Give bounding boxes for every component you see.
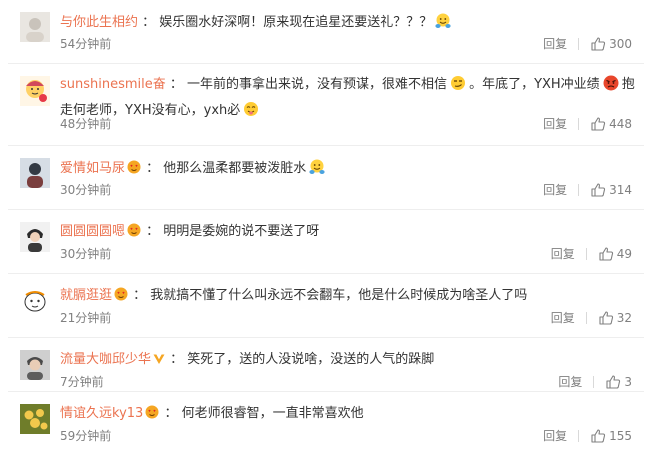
avatar[interactable]: [20, 158, 50, 188]
comment-text: 我就搞不懂了什么叫永远不会翻车，他是什么时候成为啥圣人了吗: [150, 288, 528, 303]
avatar[interactable]: [20, 12, 50, 42]
avatar[interactable]: [20, 76, 50, 106]
comment-text: 一年前的事拿出来说，没有预谋，很难不相信: [187, 77, 448, 92]
comment-actions: 回复 32: [551, 310, 632, 326]
thumbs-up-icon: [599, 247, 613, 261]
like-button[interactable]: 448: [590, 116, 632, 132]
action-divider: [578, 184, 580, 196]
reply-button[interactable]: 回复: [543, 182, 567, 198]
like-count: 314: [609, 183, 632, 197]
comment-item: 情谊久远ky13 ： 何老师很睿智，一直非常喜欢他 59分钟前 回复 155: [0, 391, 652, 456]
like-button[interactable]: 314: [590, 182, 632, 198]
tongue-emoji: [242, 100, 260, 126]
thumbs-up-icon: [591, 183, 606, 197]
smirk-emoji: [449, 74, 467, 100]
thumbs-up-icon: [599, 311, 613, 325]
comment-text: 他那么温柔都要被泼脏水: [163, 161, 307, 176]
comment-text: 娱乐圈水好深啊！原来现在追星还要送礼？？？: [159, 15, 433, 30]
like-count: 448: [609, 117, 632, 131]
username-link[interactable]: 圆圆圆圆嗯: [60, 224, 125, 239]
action-divider: [578, 38, 580, 50]
reply-button[interactable]: 回复: [558, 374, 582, 390]
comment-body: 流量大咖邱少华 ： 笑死了，送的人没说啥，没送的人气的跺脚: [60, 350, 638, 373]
comment-text: 笑死了，送的人没说啥，没送的人气的跺脚: [187, 352, 435, 367]
comment-body: 就膈逛逛 ： 我就搞不懂了什么叫永远不会翻车，他是什么时候成为啥圣人了吗: [60, 286, 638, 309]
comment-text: 明明是委婉的说不要送了呀: [163, 224, 320, 239]
comment-actions: 回复 49: [551, 246, 632, 262]
comment-list: 与你此生相约 ： 娱乐圈水好深啊！原来现在追星还要送礼？？？ 54分钟前 回复 …: [0, 0, 652, 456]
like-button[interactable]: 49: [598, 246, 632, 262]
like-count: 3: [624, 375, 632, 389]
comment-actions: 回复 155: [543, 428, 632, 444]
comment-actions: 回复 300: [543, 36, 632, 52]
comment-item: 与你此生相约 ： 娱乐圈水好深啊！原来现在追星还要送礼？？？ 54分钟前 回复 …: [0, 0, 652, 64]
heart-eyes-badge: [126, 159, 142, 182]
comment-actions: 回复 314: [543, 182, 632, 198]
action-divider: [578, 430, 580, 442]
reply-button[interactable]: 回复: [551, 246, 575, 262]
avatar[interactable]: [20, 350, 50, 380]
username-link[interactable]: 就膈逛逛: [60, 288, 112, 303]
comment-item: 爱情如马尿 ： 他那么温柔都要被泼脏水 30分钟前 回复 314: [0, 145, 652, 210]
avatar[interactable]: [20, 222, 50, 252]
thumbs-up-icon: [591, 37, 606, 51]
timestamp: 7分钟前: [60, 375, 104, 389]
like-button[interactable]: 155: [590, 428, 632, 444]
comment-text: 。年底了，YXH冲业绩: [469, 77, 600, 92]
comment-text: 何老师很睿智，一直非常喜欢他: [181, 406, 364, 421]
like-button[interactable]: 3: [605, 374, 632, 390]
reply-button[interactable]: 回复: [543, 116, 567, 132]
thumbs-up-icon: [606, 375, 621, 389]
heart-eyes-badge: [144, 404, 160, 427]
username-link[interactable]: sunshinesmile奋: [60, 77, 166, 92]
username-link[interactable]: 流量大咖邱少华: [60, 352, 151, 367]
vip-v-badge: [152, 352, 166, 373]
reply-button[interactable]: 回复: [543, 428, 567, 444]
heart-eyes-badge: [126, 222, 142, 245]
comment-body: 情谊久远ky13 ： 何老师很睿智，一直非常喜欢他: [60, 404, 638, 427]
comment-body: 与你此生相约 ： 娱乐圈水好深啊！原来现在追星还要送礼？？？: [60, 12, 638, 37]
angry-emoji: [602, 74, 620, 100]
username-link[interactable]: 爱情如马尿: [60, 161, 125, 176]
reply-button[interactable]: 回复: [551, 310, 575, 326]
action-divider: [578, 118, 580, 130]
like-button[interactable]: 300: [590, 36, 632, 52]
like-count: 155: [609, 429, 632, 443]
avatar[interactable]: [20, 404, 50, 434]
comment-item: 圆圆圆圆嗯 ： 明明是委婉的说不要送了呀 30分钟前 回复 49: [0, 209, 652, 274]
username-link[interactable]: 与你此生相约: [60, 15, 138, 30]
like-count: 49: [616, 247, 632, 261]
action-divider: [593, 376, 595, 388]
timestamp: 30分钟前: [60, 183, 112, 197]
like-count: 32: [616, 311, 632, 325]
timestamp: 54分钟前: [60, 37, 112, 51]
reply-button[interactable]: 回复: [543, 36, 567, 52]
like-button[interactable]: 32: [598, 310, 632, 326]
like-count: 300: [609, 37, 632, 51]
timestamp: 21分钟前: [60, 311, 112, 325]
comment-actions: 回复 3: [558, 374, 632, 390]
comment-item: sunshinesmile奋 ： 一年前的事拿出来说，没有预谋，很难不相信 。年底…: [0, 63, 652, 144]
hug-emoji: [434, 12, 452, 37]
heart-eyes-badge: [113, 286, 129, 309]
timestamp: 30分钟前: [60, 247, 112, 261]
thumbs-up-icon: [591, 429, 606, 443]
comment-item: 就膈逛逛 ： 我就搞不懂了什么叫永远不会翻车，他是什么时候成为啥圣人了吗 21分…: [0, 273, 652, 338]
timestamp: 59分钟前: [60, 429, 112, 443]
username-link[interactable]: 情谊久远ky13: [60, 406, 143, 421]
comment-body: 爱情如马尿 ： 他那么温柔都要被泼脏水: [60, 158, 638, 183]
action-divider: [585, 312, 587, 324]
avatar[interactable]: [20, 286, 50, 316]
thumbs-up-icon: [591, 117, 606, 131]
comment-body: 圆圆圆圆嗯 ： 明明是委婉的说不要送了呀: [60, 222, 638, 245]
hug-emoji: [308, 158, 326, 183]
action-divider: [585, 248, 587, 260]
comment-actions: 回复 448: [543, 116, 632, 132]
timestamp: 48分钟前: [60, 117, 112, 131]
